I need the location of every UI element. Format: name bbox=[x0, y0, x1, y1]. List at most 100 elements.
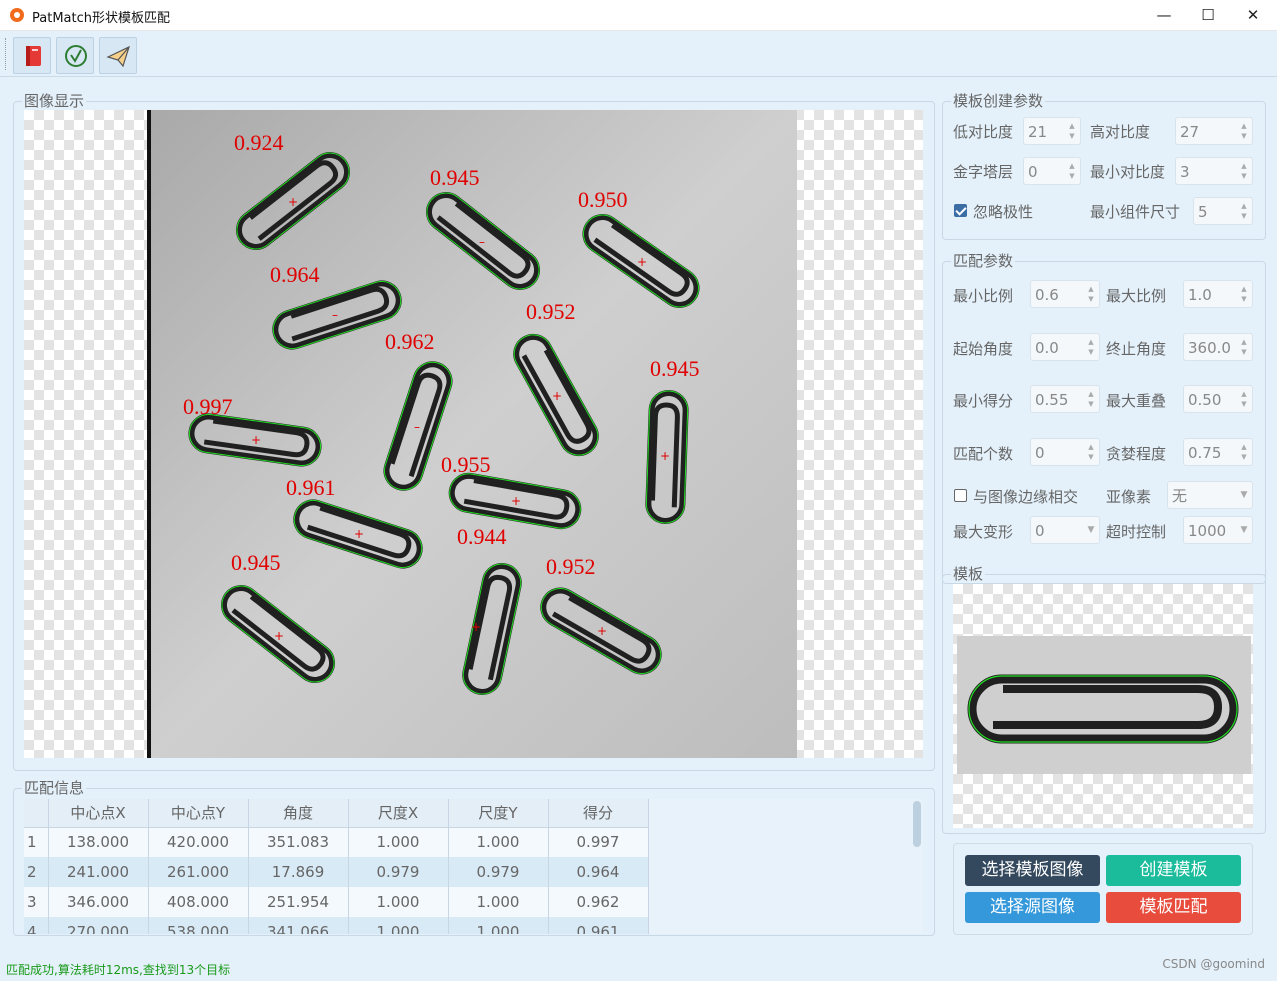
minimize-button[interactable]: — bbox=[1141, 0, 1187, 31]
select-template-image-button[interactable]: 选择模板图像 bbox=[965, 855, 1100, 886]
column-header[interactable]: 得分 bbox=[548, 799, 649, 828]
table-cell: 0.964 bbox=[548, 857, 649, 887]
num-matches-spinbox[interactable]: 0 ▲ ▼ bbox=[1030, 438, 1100, 466]
table-cell: 0.979 bbox=[348, 857, 449, 887]
timeout-combobox[interactable]: 1000 ▼ bbox=[1183, 516, 1253, 544]
select-source-image-button[interactable]: 选择源图像 bbox=[965, 892, 1100, 923]
spin-arrows-icon[interactable]: ▲ ▼ bbox=[1238, 389, 1250, 409]
svg-text:+: + bbox=[471, 620, 481, 634]
spin-arrows-icon[interactable]: ▲ ▼ bbox=[1085, 389, 1097, 409]
table-header-row: 中心点X 中心点Y 角度 尺度X 尺度Y 得分 bbox=[24, 799, 649, 828]
table-cell: 408.000 bbox=[148, 887, 249, 917]
end-angle-value: 360.0 bbox=[1188, 339, 1231, 357]
chevron-down-icon[interactable]: ▼ bbox=[1085, 525, 1097, 545]
max-scale-spinbox[interactable]: 1.0 ▲ ▼ bbox=[1183, 280, 1253, 308]
table-cell: 0.962 bbox=[548, 887, 649, 917]
app-icon bbox=[10, 8, 24, 22]
column-header[interactable]: 中心点Y bbox=[148, 799, 249, 828]
start-angle-value: 0.0 bbox=[1035, 339, 1059, 357]
score-label: 0.944 bbox=[457, 524, 507, 549]
score-label: 0.950 bbox=[578, 187, 628, 212]
pyramid-label: 金字塔层 bbox=[953, 163, 1014, 181]
min-component-value: 5 bbox=[1198, 203, 1208, 221]
open-book-button[interactable] bbox=[13, 37, 51, 74]
min-scale-label: 最小比例 bbox=[953, 287, 1014, 305]
column-header[interactable]: 尺度Y bbox=[448, 799, 549, 828]
max-overlap-spinbox[interactable]: 0.50 ▲ ▼ bbox=[1183, 385, 1253, 413]
table-cell: 1.000 bbox=[348, 917, 449, 934]
score-label: 0.997 bbox=[183, 394, 233, 419]
score-label: 0.961 bbox=[286, 475, 336, 500]
spin-arrows-icon[interactable]: ▲ ▼ bbox=[1238, 201, 1250, 221]
spin-arrows-icon[interactable]: ▲ ▼ bbox=[1238, 337, 1250, 357]
image-canvas[interactable]: 0.924 0.945 0.950 0.964 0.952 0.962 0.945 0.997… bbox=[24, 110, 923, 758]
table-row[interactable]: 3 346.000 408.000 251.954 1.000 1.000 0.… bbox=[24, 887, 649, 917]
action-buttons-group: 选择模板图像 创建模板 选择源图像 模板匹配 bbox=[953, 843, 1253, 935]
border-intersect-label: 与图像边缘相交 bbox=[973, 488, 1079, 506]
chevron-down-icon[interactable]: ▼ bbox=[1238, 525, 1250, 545]
row-index: 3 bbox=[24, 887, 49, 917]
spin-arrows-icon[interactable]: ▲ ▼ bbox=[1085, 337, 1097, 357]
create-template-button[interactable]: 创建模板 bbox=[1106, 855, 1241, 886]
column-header[interactable]: 角度 bbox=[248, 799, 349, 828]
toolbar-grip[interactable] bbox=[5, 38, 8, 70]
chevron-down-icon[interactable]: ▼ bbox=[1238, 490, 1250, 510]
spin-arrows-icon[interactable]: ▲ ▼ bbox=[1066, 121, 1078, 141]
greediness-value: 0.75 bbox=[1188, 444, 1222, 462]
column-header[interactable]: 尺度X bbox=[348, 799, 449, 828]
match-params-title: 匹配参数 bbox=[951, 252, 1016, 270]
max-scale-label: 最大比例 bbox=[1106, 287, 1167, 305]
send-button[interactable] bbox=[99, 37, 137, 74]
table-cell: 1.000 bbox=[448, 917, 549, 934]
spin-arrows-icon[interactable]: ▲ ▼ bbox=[1066, 161, 1078, 181]
spin-arrows-icon[interactable]: ▲ ▼ bbox=[1238, 284, 1250, 304]
subpixel-value: 无 bbox=[1172, 487, 1188, 505]
table-cell: 138.000 bbox=[48, 827, 149, 857]
table-row[interactable]: 4 270.000 538.000 341.066 1.000 1.000 0.… bbox=[24, 917, 649, 934]
min-contrast-spinbox[interactable]: 3 ▲ ▼ bbox=[1175, 157, 1253, 185]
table-row[interactable]: 1 138.000 420.000 351.083 1.000 1.000 0.… bbox=[24, 827, 649, 857]
column-header[interactable] bbox=[24, 799, 49, 828]
column-header[interactable]: 中心点X bbox=[48, 799, 149, 828]
ignore-polarity-checkbox[interactable] bbox=[954, 204, 967, 217]
pyramid-spinbox[interactable]: 0 ▲ ▼ bbox=[1023, 157, 1081, 185]
close-button[interactable]: ✕ bbox=[1230, 0, 1276, 31]
table-cell: 241.000 bbox=[48, 857, 149, 887]
template-title: 模板 bbox=[951, 565, 986, 583]
maximize-button[interactable]: ☐ bbox=[1185, 0, 1231, 31]
min-component-spinbox[interactable]: 5 ▲ ▼ bbox=[1193, 197, 1253, 225]
min-scale-value: 0.6 bbox=[1035, 286, 1059, 304]
template-match-button[interactable]: 模板匹配 bbox=[1106, 892, 1241, 923]
greediness-spinbox[interactable]: 0.75 ▲ ▼ bbox=[1183, 438, 1253, 466]
spin-arrows-icon[interactable]: ▲ ▼ bbox=[1238, 161, 1250, 181]
svg-text:–: – bbox=[332, 308, 338, 322]
spin-arrows-icon[interactable]: ▲ ▼ bbox=[1238, 121, 1250, 141]
high-contrast-spinbox[interactable]: 27 ▲ ▼ bbox=[1175, 117, 1253, 145]
low-contrast-label: 低对比度 bbox=[953, 123, 1014, 141]
spin-arrows-icon[interactable]: ▲ ▼ bbox=[1085, 284, 1097, 304]
num-matches-value: 0 bbox=[1035, 444, 1045, 462]
table-scrollbar[interactable] bbox=[913, 801, 921, 847]
match-info-table-container[interactable]: 中心点X 中心点Y 角度 尺度X 尺度Y 得分 1 138.000 420.00… bbox=[24, 799, 923, 934]
title-bar: PatMatch形状模板匹配 — ☐ ✕ bbox=[0, 0, 1277, 31]
match-params-group: 匹配参数 最小比例 0.6 ▲ ▼ 最大比例 1.0 ▲ ▼ 起始角度 0.0 ▲ ▼… bbox=[942, 252, 1266, 584]
min-score-spinbox[interactable]: 0.55 ▲ ▼ bbox=[1030, 385, 1100, 413]
max-overlap-label: 最大重叠 bbox=[1106, 392, 1167, 410]
low-contrast-spinbox[interactable]: 21 ▲ ▼ bbox=[1023, 117, 1081, 145]
red-book-icon bbox=[26, 46, 41, 66]
table-row[interactable]: 2 241.000 261.000 17.869 0.979 0.979 0.9… bbox=[24, 857, 649, 887]
template-canvas[interactable] bbox=[953, 584, 1253, 828]
table-cell: 261.000 bbox=[148, 857, 249, 887]
max-deform-combobox[interactable]: 0 ▼ bbox=[1030, 516, 1100, 544]
svg-text:+: + bbox=[354, 527, 364, 541]
table-cell: 17.869 bbox=[248, 857, 349, 887]
min-scale-spinbox[interactable]: 0.6 ▲ ▼ bbox=[1030, 280, 1100, 308]
end-angle-spinbox[interactable]: 360.0 ▲ ▼ bbox=[1183, 333, 1253, 361]
spin-arrows-icon[interactable]: ▲ ▼ bbox=[1085, 442, 1097, 462]
table-cell: 351.083 bbox=[248, 827, 349, 857]
subpixel-combobox[interactable]: 无 ▼ bbox=[1167, 481, 1253, 509]
start-angle-spinbox[interactable]: 0.0 ▲ ▼ bbox=[1030, 333, 1100, 361]
check-button[interactable] bbox=[56, 37, 94, 74]
spin-arrows-icon[interactable]: ▲ ▼ bbox=[1238, 442, 1250, 462]
border-intersect-checkbox[interactable] bbox=[954, 489, 967, 502]
